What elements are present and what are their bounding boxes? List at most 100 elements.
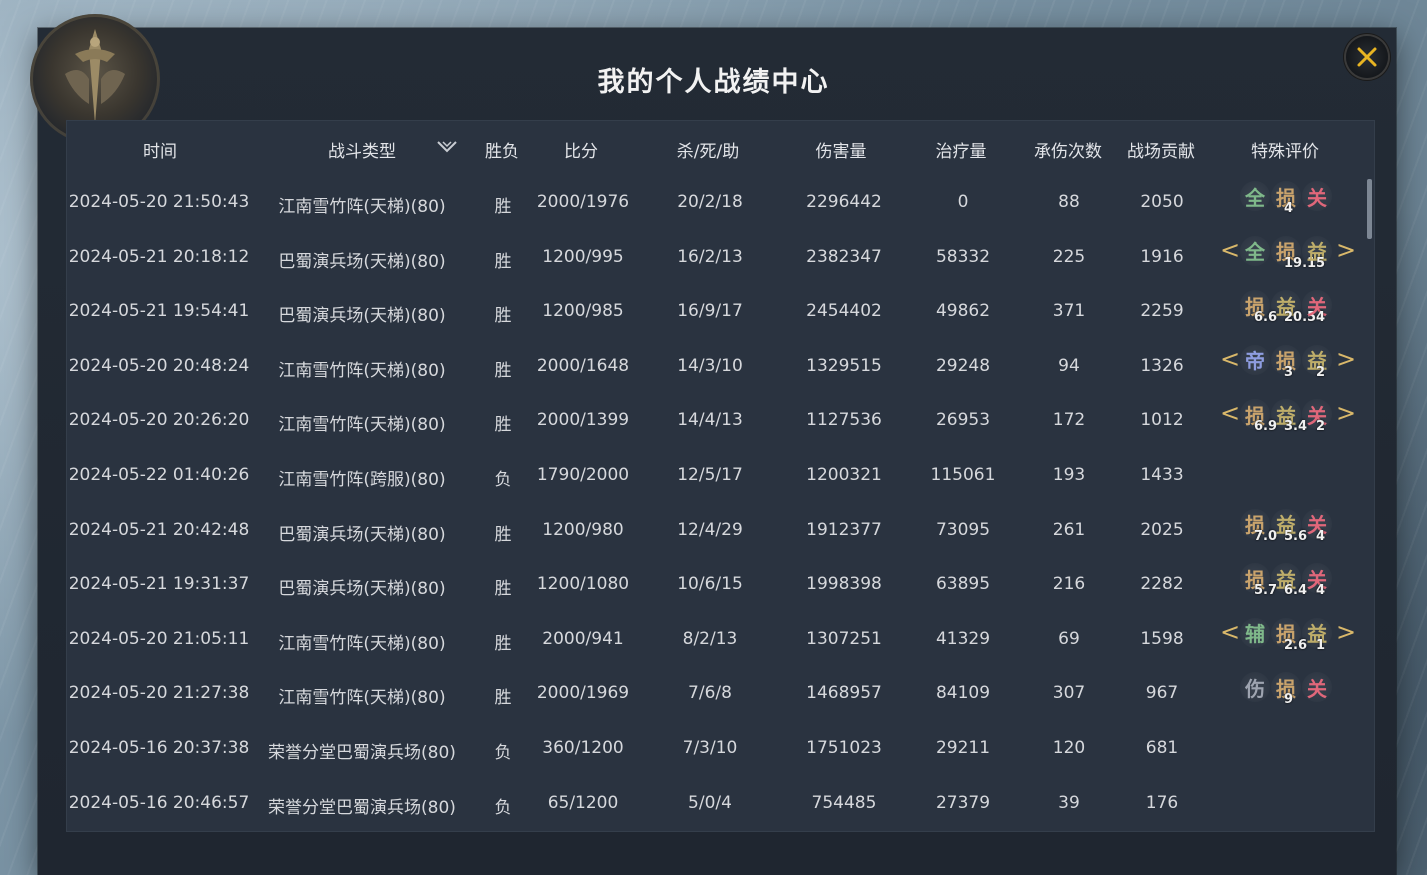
cell-result: 胜 (494, 524, 512, 545)
cell-score: 1200/985 (542, 301, 624, 322)
rating-badge-icon[interactable]: 全 (1240, 235, 1270, 266)
rating-badge-icon[interactable]: 伤 (1240, 672, 1270, 703)
table-row[interactable]: 2024-05-21 19:54:41 巴蜀演兵场(天梯)(80) 胜 1200/98… (67, 286, 1374, 341)
cell-heal: 26953 (935, 410, 991, 431)
rating-badge-value: 1 (1316, 637, 1326, 653)
table-row[interactable]: 2024-05-16 20:46:57 荣誉分堂巴蜀演兵场(80) 负 65/1200… (67, 778, 1374, 831)
cell-kda: 14/4/13 (677, 410, 743, 431)
table-row[interactable]: 2024-05-20 20:48:24 江南雪竹阵(天梯)(80) 胜 2000/16… (67, 341, 1374, 396)
cell-heal: 63895 (935, 574, 991, 595)
cell-type: 江南雪竹阵(天梯)(80) (278, 633, 446, 654)
cell-time: 2024-05-20 21:50:43 (68, 192, 250, 212)
cell-score: 360/1200 (542, 738, 624, 758)
rating-badge-value: 4 (1316, 310, 1326, 326)
cell-hits: 371 (1052, 301, 1086, 322)
close-icon (1357, 47, 1377, 67)
rating-badges: < > 全损 19.1 益 5 (1220, 234, 1356, 284)
cell-kda: 16/9/17 (677, 301, 743, 322)
cell-damage: 2296442 (806, 192, 882, 212)
cell-score: 1200/995 (542, 246, 624, 267)
table-row[interactable]: 2024-05-20 20:26:20 江南雪竹阵(天梯)(80) 胜 2000/13… (67, 395, 1374, 450)
cell-result: 胜 (494, 579, 512, 600)
table-row[interactable]: 2024-05-20 21:27:38 江南雪竹阵(天梯)(80) 胜 2000/19… (67, 668, 1374, 723)
col-type: 战斗类型 (328, 142, 396, 162)
cell-time: 2024-05-20 20:48:24 (68, 355, 250, 376)
cell-damage: 1307251 (806, 628, 882, 649)
col-rating: 特殊评价 (1251, 142, 1319, 162)
rating-badges: < > 辅损 2.6 益 1 (1220, 616, 1356, 666)
bracket-left-icon: < (1220, 235, 1241, 264)
cell-heal: 58332 (935, 246, 991, 267)
cell-damage: 1468957 (806, 683, 882, 704)
cell-score: 1200/980 (542, 519, 624, 540)
rating-badge-value: 4 (1316, 528, 1326, 544)
rating-badge-icon[interactable]: 帝 (1240, 344, 1270, 375)
col-contrib: 战场贡献 (1127, 142, 1195, 162)
cell-type: 巴蜀演兵场(天梯)(80) (278, 251, 446, 272)
cell-hits: 88 (1058, 192, 1080, 212)
cell-damage: 1127536 (806, 410, 882, 431)
cell-result: 负 (494, 743, 512, 763)
cell-hits: 261 (1052, 519, 1086, 540)
table-row[interactable]: 2024-05-21 19:31:37 巴蜀演兵场(天梯)(80) 胜 1200/10… (67, 559, 1374, 614)
rating-badges: 损 5.7 益 6.4 关 4 (1240, 561, 1332, 611)
cell-kda: 7/6/8 (688, 683, 732, 704)
cell-type: 江南雪竹阵(天梯)(80) (278, 197, 446, 217)
cell-result: 胜 (494, 360, 512, 381)
table-row[interactable]: 2024-05-20 21:05:11 江南雪竹阵(天梯)(80) 胜 2000/94… (67, 614, 1374, 669)
cell-heal: 29211 (935, 738, 991, 758)
cell-result: 胜 (494, 688, 512, 709)
rating-badges: 全损4关 (1240, 179, 1332, 229)
cell-contrib: 967 (1145, 683, 1179, 704)
close-button[interactable] (1346, 36, 1388, 78)
cell-heal: 115061 (930, 465, 996, 485)
cell-kda: 16/2/13 (677, 246, 743, 267)
cell-heal: 41329 (935, 628, 991, 649)
cell-heal: 84109 (935, 683, 991, 704)
rating-badge-value: 5 (1316, 255, 1326, 271)
cell-score: 1790/2000 (536, 465, 630, 485)
cell-hits: 172 (1052, 410, 1086, 431)
cell-heal: 27379 (935, 792, 991, 813)
cell-result: 胜 (494, 306, 512, 327)
cell-heal: 29248 (935, 355, 991, 376)
cell-time: 2024-05-22 01:40:26 (68, 465, 250, 485)
cell-type: 江南雪竹阵(跨服)(80) (278, 470, 446, 490)
bracket-left-icon: < (1220, 617, 1241, 646)
table-row[interactable]: 2024-05-20 21:50:43 江南雪竹阵(天梯)(80) 胜 2000/19… (67, 177, 1374, 232)
rating-badges: 损 6.6 益 20.5 关 4 (1240, 288, 1332, 338)
cell-type: 荣誉分堂巴蜀演兵场(80) (268, 797, 456, 818)
table-row[interactable]: 2024-05-22 01:40:26 江南雪竹阵(跨服)(80) 负 1790/20… (67, 450, 1374, 505)
table-row[interactable]: 2024-05-21 20:42:48 巴蜀演兵场(天梯)(80) 胜 1200/98… (67, 505, 1374, 560)
cell-type: 荣誉分堂巴蜀演兵场(80) (268, 743, 456, 763)
rating-badges: < > 损 6.9 益 3.4 关 2 (1220, 397, 1356, 447)
rating-badge-value: 4 (1316, 583, 1326, 599)
col-damage: 伤害量 (815, 142, 867, 162)
rating-badge-value: 3 (1284, 364, 1294, 380)
table-row[interactable]: 2024-05-21 20:18:12 巴蜀演兵场(天梯)(80) 胜 1200/99… (67, 232, 1374, 287)
cell-heal: 0 (957, 192, 969, 212)
type-filter-dropdown[interactable] (435, 135, 459, 159)
rating-badge-icon[interactable]: 辅 (1240, 617, 1270, 648)
bracket-left-icon: < (1220, 344, 1241, 373)
cell-hits: 120 (1052, 738, 1086, 758)
cell-kda: 5/0/4 (688, 792, 732, 813)
cell-kda: 20/2/18 (677, 192, 743, 212)
page-title: 我的个人战绩中心 (597, 67, 830, 98)
cell-kda: 14/3/10 (677, 355, 743, 376)
table-row[interactable]: 2024-05-16 20:37:38 荣誉分堂巴蜀演兵场(80) 负 360/120… (67, 723, 1374, 778)
rating-badge-icon[interactable]: 关 (1302, 181, 1332, 211)
cell-result: 胜 (494, 415, 512, 436)
rating-badge-icon[interactable]: 关 (1302, 672, 1332, 703)
col-score: 比分 (564, 142, 598, 162)
cell-contrib: 1012 (1140, 410, 1184, 431)
cell-score: 1200/1080 (536, 574, 630, 595)
cell-damage: 754485 (811, 792, 877, 813)
col-heal: 治疗量 (935, 142, 987, 162)
rating-badge-icon[interactable]: 全 (1240, 181, 1270, 211)
scrollbar[interactable] (1367, 179, 1372, 239)
cell-hits: 216 (1052, 574, 1086, 595)
cell-time: 2024-05-20 20:26:20 (68, 410, 250, 431)
cell-type: 巴蜀演兵场(天梯)(80) (278, 579, 446, 600)
cell-time: 2024-05-21 20:18:12 (68, 246, 250, 267)
